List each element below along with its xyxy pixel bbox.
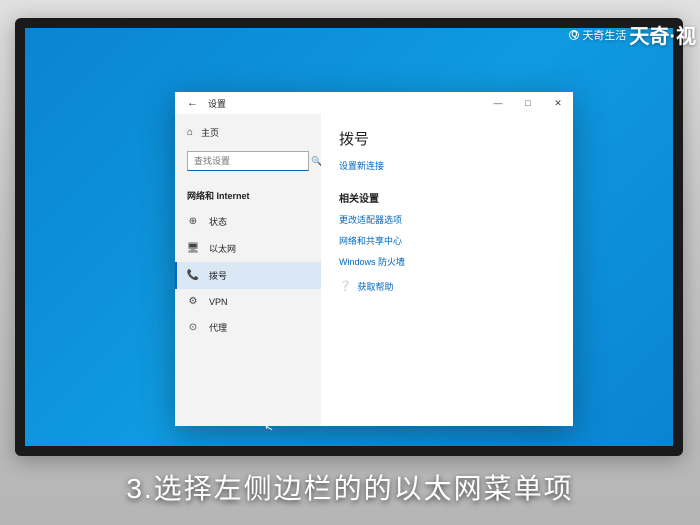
back-icon[interactable]: ← xyxy=(183,95,202,111)
maximize-button[interactable]: □ xyxy=(513,92,543,114)
help-label: 获取帮助 xyxy=(357,280,393,293)
firewall-link[interactable]: Windows 防火墙 xyxy=(339,255,555,268)
ethernet-icon: 🖥 xyxy=(187,243,199,254)
related-settings-header: 相关设置 xyxy=(339,190,555,205)
search-box[interactable]: 🔍 xyxy=(187,151,309,171)
dialup-icon: 📞 xyxy=(187,270,199,281)
close-button[interactable]: ✕ xyxy=(543,92,573,114)
sidebar-item-label: 状态 xyxy=(209,215,227,228)
search-input[interactable] xyxy=(194,156,311,166)
home-label: 主页 xyxy=(201,126,219,139)
window-body: ⌂ 主页 🔍 网络和 Internet ⊕ 状态 🖥 以太网 xyxy=(175,114,573,426)
sidebar-item-ethernet[interactable]: 🖥 以太网 xyxy=(175,235,321,262)
watermark: Q 天奇生活 天奇·视 xyxy=(569,20,696,49)
watermark-q-icon: Q xyxy=(569,30,579,40)
get-help-link[interactable]: ❔ 获取帮助 xyxy=(339,280,555,293)
video-caption: 3.选择左侧边栏的的以太网菜单项 xyxy=(0,467,700,507)
sidebar-item-label: 拨号 xyxy=(209,269,227,282)
help-icon: ❔ xyxy=(339,281,351,292)
titlebar: ← 设置 — □ ✕ xyxy=(175,92,573,114)
watermark-small: 天奇生活 xyxy=(582,27,626,43)
content-pane: 拨号 设置新连接 相关设置 更改适配器选项 网络和共享中心 Windows 防火… xyxy=(321,114,573,426)
adapter-options-link[interactable]: 更改适配器选项 xyxy=(339,213,555,226)
sidebar-item-vpn[interactable]: ⚙ VPN xyxy=(175,289,321,314)
proxy-icon: ⊙ xyxy=(187,322,199,333)
settings-window: ← 设置 — □ ✕ ⌂ 主页 🔍 xyxy=(175,92,573,426)
sidebar-category: 网络和 Internet xyxy=(175,179,321,208)
window-controls: — □ ✕ xyxy=(483,92,573,114)
window-title: 设置 xyxy=(208,97,226,110)
minimize-button[interactable]: — xyxy=(483,92,513,114)
sidebar-item-label: 代理 xyxy=(209,321,227,334)
sidebar-item-proxy[interactable]: ⊙ 代理 xyxy=(175,314,321,341)
network-sharing-link[interactable]: 网络和共享中心 xyxy=(339,234,555,247)
sidebar-home[interactable]: ⌂ 主页 xyxy=(175,122,321,143)
sidebar-item-status[interactable]: ⊕ 状态 xyxy=(175,208,321,235)
desktop: ← 设置 — □ ✕ ⌂ 主页 🔍 xyxy=(25,28,673,446)
sidebar: ⌂ 主页 🔍 网络和 Internet ⊕ 状态 🖥 以太网 xyxy=(175,114,321,426)
new-connection-link[interactable]: 设置新连接 xyxy=(339,159,555,172)
home-icon: ⌂ xyxy=(187,127,193,138)
sidebar-item-label: VPN xyxy=(209,297,228,307)
titlebar-left: ← 设置 xyxy=(183,95,483,111)
vpn-icon: ⚙ xyxy=(187,296,199,307)
status-icon: ⊕ xyxy=(187,216,199,227)
watermark-large: 天奇·视 xyxy=(629,20,696,49)
monitor-bezel: ← 设置 — □ ✕ ⌂ 主页 🔍 xyxy=(15,18,683,456)
page-title: 拨号 xyxy=(339,128,555,149)
sidebar-item-label: 以太网 xyxy=(209,242,236,255)
sidebar-item-dialup[interactable]: 📞 拨号 xyxy=(175,262,321,289)
